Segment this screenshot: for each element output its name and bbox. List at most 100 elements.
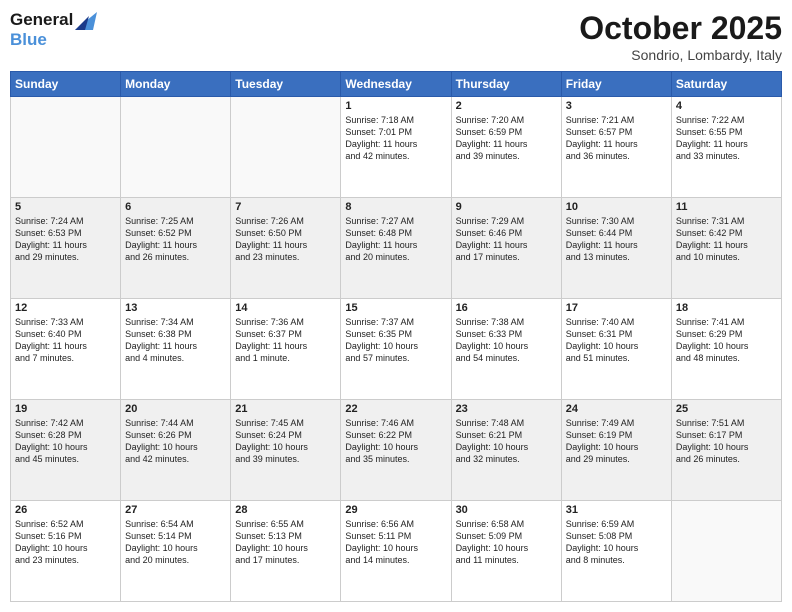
logo: General Blue [10,10,97,51]
col-tuesday: Tuesday [231,72,341,97]
table-row: 12Sunrise: 7:33 AM Sunset: 6:40 PM Dayli… [11,299,121,400]
day-number: 17 [566,302,667,314]
cell-content: Sunrise: 6:56 AM Sunset: 5:11 PM Dayligh… [345,518,446,567]
location-subtitle: Sondrio, Lombardy, Italy [579,47,782,63]
cell-content: Sunrise: 7:31 AM Sunset: 6:42 PM Dayligh… [676,215,777,264]
table-row: 23 Sunrise: 7:48 AM Sunset: 6:21 PM Dayli… [451,400,561,501]
table-row: 25 Sunrise: 7:51 AM Sunset: 6:17 PM Dayli… [671,400,781,501]
cell-content: Sunrise: 7:27 AM Sunset: 6:48 PM Dayligh… [345,215,446,264]
table-row: 31Sunrise: 6:59 AM Sunset: 5:08 PM Dayli… [561,501,671,602]
cell-content: Sunrise: 7:34 AM Sunset: 6:38 PM Dayligh… [125,316,226,365]
table-row: 18 Sunrise: 7:41 AM Sunset: 6:29 PM Dayli… [671,299,781,400]
col-saturday: Saturday [671,72,781,97]
cell-content: Sunrise: 7:42 AM Sunset: 6:28 PM Dayligh… [15,417,116,466]
table-row: 17 Sunrise: 7:40 AM Sunset: 6:31 PM Dayli… [561,299,671,400]
calendar-week-row: 5Sunrise: 7:24 AM Sunset: 6:53 PM Daylig… [11,198,782,299]
cell-content: Sunrise: 7:29 AM Sunset: 6:46 PM Dayligh… [456,215,557,264]
day-number: 7 [235,201,336,213]
cell-content: Sunrise: 6:54 AM Sunset: 5:14 PM Dayligh… [125,518,226,567]
cell-content: Sunrise: 6:55 AM Sunset: 5:13 PM Dayligh… [235,518,336,567]
day-number: 8 [345,201,446,213]
month-title: October 2025 [579,10,782,47]
col-thursday: Thursday [451,72,561,97]
day-number: 26 [15,504,116,516]
table-row [671,501,781,602]
day-number: 22 [345,403,446,415]
day-number: 21 [235,403,336,415]
cell-content: Sunrise: 7:30 AM Sunset: 6:44 PM Dayligh… [566,215,667,264]
table-row: 13 Sunrise: 7:34 AM Sunset: 6:38 PM Dayli… [121,299,231,400]
cell-content: Sunrise: 7:21 AM Sunset: 6:57 PM Dayligh… [566,114,667,163]
table-row: 22 Sunrise: 7:46 AM Sunset: 6:22 PM Dayli… [341,400,451,501]
cell-content: Sunrise: 7:25 AM Sunset: 6:52 PM Dayligh… [125,215,226,264]
table-row: 30Sunrise: 6:58 AM Sunset: 5:09 PM Dayli… [451,501,561,602]
table-row [231,97,341,198]
page-container: General Blue October 2025 Sondrio, Lomba… [0,0,792,612]
day-number: 27 [125,504,226,516]
day-number: 13 [125,302,226,314]
cell-content: Sunrise: 7:40 AM Sunset: 6:31 PM Dayligh… [566,316,667,365]
cell-content: Sunrise: 7:38 AM Sunset: 6:33 PM Dayligh… [456,316,557,365]
table-row: 24 Sunrise: 7:49 AM Sunset: 6:19 PM Dayli… [561,400,671,501]
day-number: 24 [566,403,667,415]
cell-content: Sunrise: 7:20 AM Sunset: 6:59 PM Dayligh… [456,114,557,163]
table-row: 5Sunrise: 7:24 AM Sunset: 6:53 PM Daylig… [11,198,121,299]
calendar-week-row: 19Sunrise: 7:42 AM Sunset: 6:28 PM Dayli… [11,400,782,501]
cell-content: Sunrise: 7:44 AM Sunset: 6:26 PM Dayligh… [125,417,226,466]
table-row: 26 Sunrise: 6:52 AM Sunset: 5:16 PM Dayli… [11,501,121,602]
table-row: 28 Sunrise: 6:55 AM Sunset: 5:13 PM Dayli… [231,501,341,602]
day-number: 30 [456,504,557,516]
table-row: 4 Sunrise: 7:22 AM Sunset: 6:55 PM Daylig… [671,97,781,198]
table-row: 14 Sunrise: 7:36 AM Sunset: 6:37 PM Dayli… [231,299,341,400]
cell-content: Sunrise: 7:51 AM Sunset: 6:17 PM Dayligh… [676,417,777,466]
cell-content: Sunrise: 7:46 AM Sunset: 6:22 PM Dayligh… [345,417,446,466]
cell-content: Sunrise: 7:18 AM Sunset: 7:01 PM Dayligh… [345,114,446,163]
day-number: 10 [566,201,667,213]
day-number: 23 [456,403,557,415]
cell-content: Sunrise: 7:36 AM Sunset: 6:37 PM Dayligh… [235,316,336,365]
table-row: 1 Sunrise: 7:18 AM Sunset: 7:01 PM Daylig… [341,97,451,198]
logo-blue: Blue [10,30,97,50]
calendar-header-row: Sunday Monday Tuesday Wednesday Thursday… [11,72,782,97]
table-row: 27 Sunrise: 6:54 AM Sunset: 5:14 PM Dayli… [121,501,231,602]
logo-general: General [10,10,73,29]
cell-content: Sunrise: 7:26 AM Sunset: 6:50 PM Dayligh… [235,215,336,264]
col-wednesday: Wednesday [341,72,451,97]
day-number: 11 [676,201,777,213]
day-number: 2 [456,100,557,112]
calendar-week-row: 26 Sunrise: 6:52 AM Sunset: 5:16 PM Dayli… [11,501,782,602]
col-sunday: Sunday [11,72,121,97]
page-header: General Blue October 2025 Sondrio, Lomba… [10,10,782,63]
day-number: 4 [676,100,777,112]
table-row: 3 Sunrise: 7:21 AM Sunset: 6:57 PM Daylig… [561,97,671,198]
day-number: 14 [235,302,336,314]
col-monday: Monday [121,72,231,97]
day-number: 18 [676,302,777,314]
cell-content: Sunrise: 7:49 AM Sunset: 6:19 PM Dayligh… [566,417,667,466]
day-number: 1 [345,100,446,112]
table-row: 10 Sunrise: 7:30 AM Sunset: 6:44 PM Dayli… [561,198,671,299]
col-friday: Friday [561,72,671,97]
day-number: 12 [15,302,116,314]
table-row [121,97,231,198]
day-number: 25 [676,403,777,415]
day-number: 9 [456,201,557,213]
day-number: 31 [566,504,667,516]
day-number: 6 [125,201,226,213]
cell-content: Sunrise: 7:37 AM Sunset: 6:35 PM Dayligh… [345,316,446,365]
cell-content: Sunrise: 7:41 AM Sunset: 6:29 PM Dayligh… [676,316,777,365]
cell-content: Sunrise: 7:22 AM Sunset: 6:55 PM Dayligh… [676,114,777,163]
table-row: 16Sunrise: 7:38 AM Sunset: 6:33 PM Dayli… [451,299,561,400]
day-number: 28 [235,504,336,516]
calendar-week-row: 1 Sunrise: 7:18 AM Sunset: 7:01 PM Daylig… [11,97,782,198]
table-row: 19Sunrise: 7:42 AM Sunset: 6:28 PM Dayli… [11,400,121,501]
calendar-table: Sunday Monday Tuesday Wednesday Thursday… [10,71,782,602]
table-row: 7 Sunrise: 7:26 AM Sunset: 6:50 PM Daylig… [231,198,341,299]
calendar-body: 1 Sunrise: 7:18 AM Sunset: 7:01 PM Daylig… [11,97,782,602]
cell-content: Sunrise: 6:52 AM Sunset: 5:16 PM Dayligh… [15,518,116,567]
cell-content: Sunrise: 7:45 AM Sunset: 6:24 PM Dayligh… [235,417,336,466]
table-row: 21 Sunrise: 7:45 AM Sunset: 6:24 PM Dayli… [231,400,341,501]
day-number: 3 [566,100,667,112]
cell-content: Sunrise: 7:48 AM Sunset: 6:21 PM Dayligh… [456,417,557,466]
table-row [11,97,121,198]
